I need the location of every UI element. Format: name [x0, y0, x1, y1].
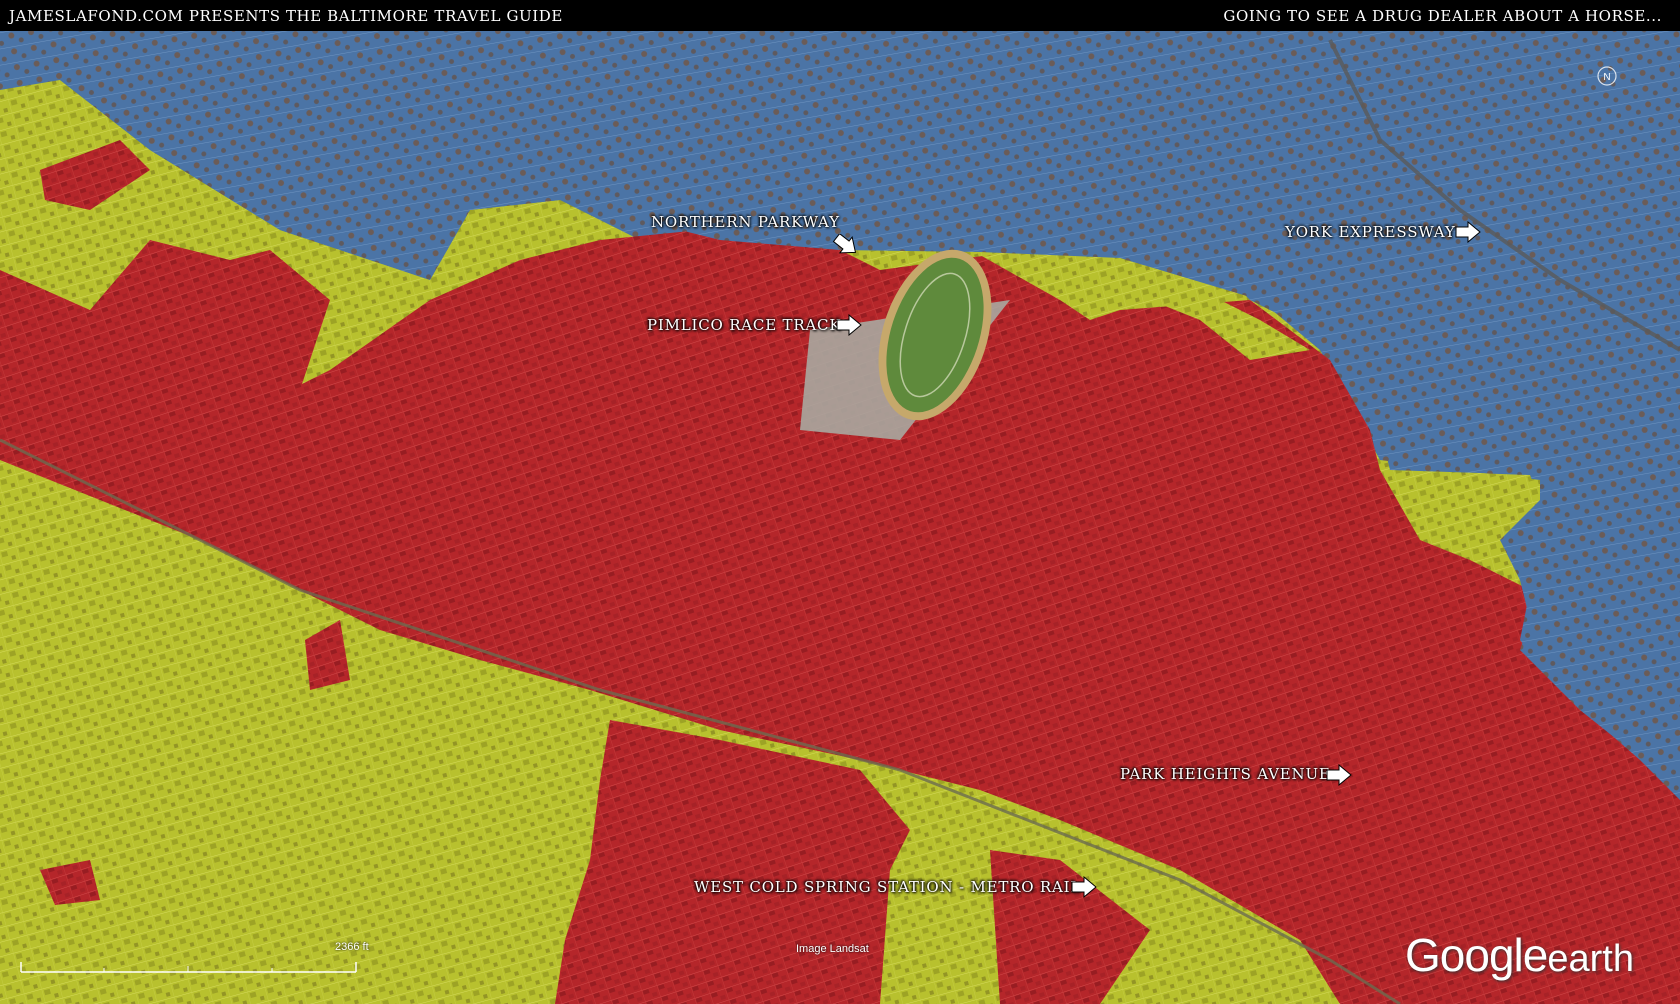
aerial-map[interactable]	[0, 31, 1680, 1004]
arrow-icon	[832, 234, 857, 254]
label-pimlico-race-track: PIMLICO RACE TRACK	[647, 316, 842, 334]
scale-bar	[20, 962, 357, 973]
imagery-credit: Image Landsat	[796, 943, 869, 955]
site-title: JAMESLAFOND.COM PRESENTS THE BALTIMORE T…	[9, 7, 563, 25]
label-park-heights-avenue: PARK HEIGHTS AVENUE	[1120, 765, 1331, 783]
arrow-icon	[1071, 876, 1097, 898]
arrow-icon	[836, 314, 862, 336]
header-bar: JAMESLAFOND.COM PRESENTS THE BALTIMORE T…	[0, 0, 1680, 31]
label-york-expressway: YORK EXPRESSWAY	[1285, 223, 1456, 241]
label-northern-parkway: NORTHERN PARKWAY	[651, 213, 840, 231]
google-earth-logo: Googleearth	[1405, 929, 1634, 981]
map-view[interactable]: JAMESLAFOND.COM PRESENTS THE BALTIMORE T…	[0, 0, 1680, 1004]
compass-icon[interactable]: N	[1596, 62, 1618, 88]
label-west-cold-spring: WEST COLD SPRING STATION - METRO RAIL	[694, 878, 1082, 896]
arrow-icon	[1326, 764, 1352, 786]
scale-label: 2366 ft	[335, 941, 369, 953]
page-subtitle: GOING TO SEE A DRUG DEALER ABOUT A HORSE…	[1223, 7, 1662, 25]
arrow-icon	[1455, 221, 1481, 243]
svg-text:N: N	[1603, 72, 1610, 83]
